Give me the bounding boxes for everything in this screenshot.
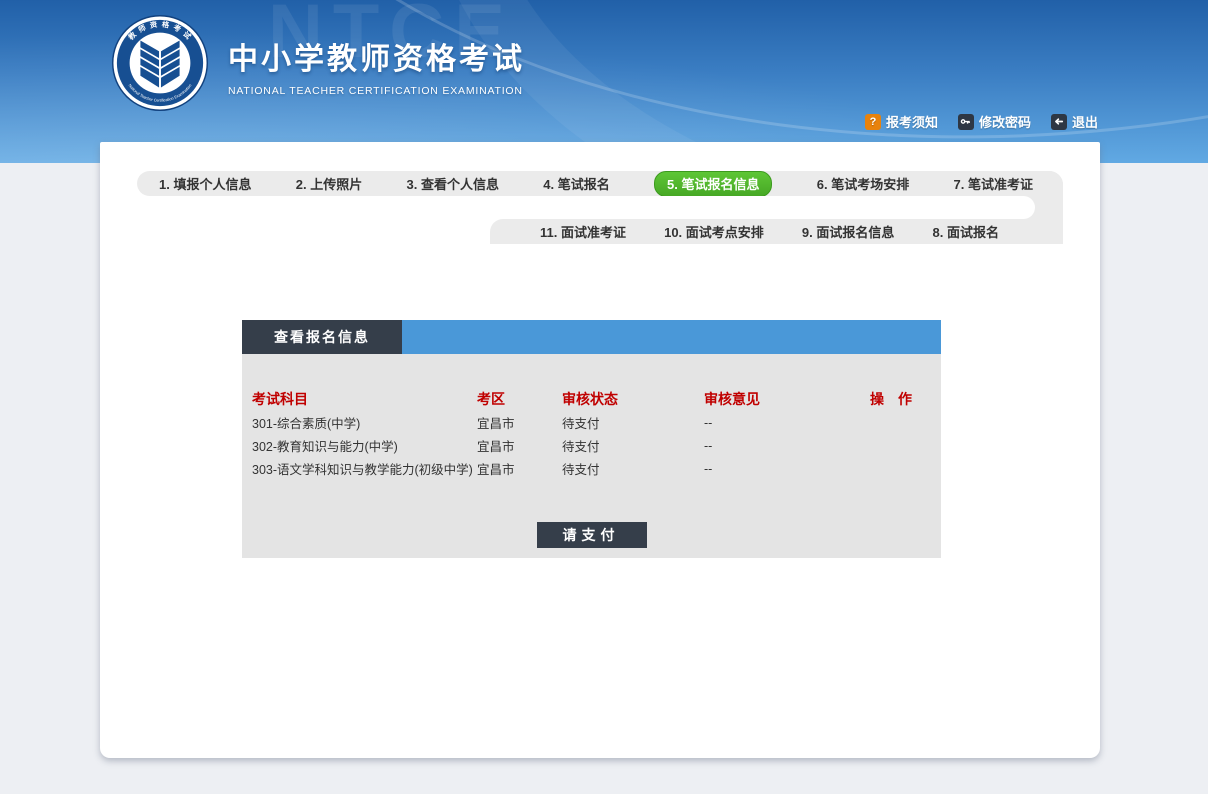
status-cell: 待支付: [562, 413, 704, 432]
change-password-label: 修改密码: [979, 112, 1031, 131]
notice-link[interactable]: ? 报考须知: [865, 112, 938, 131]
subject-cell: 301-综合素质(中学): [252, 413, 477, 432]
site-subtitle: NATIONAL TEACHER CERTIFICATION EXAMINATI…: [228, 85, 525, 97]
opinion-cell: --: [704, 462, 870, 476]
area-cell: 宜昌市: [477, 459, 562, 478]
step-7-written-exam-ticket[interactable]: 7. 笔试准考证: [954, 174, 1033, 193]
status-cell: 待支付: [562, 436, 704, 455]
step-navigation: 1. 填报个人信息 2. 上传照片 3. 查看个人信息 4. 笔试报名 5. 笔…: [137, 171, 1063, 244]
content-card: 1. 填报个人信息 2. 上传照片 3. 查看个人信息 4. 笔试报名 5. 笔…: [100, 142, 1100, 758]
key-icon: [958, 114, 974, 130]
col-header-area: 考区: [477, 389, 562, 409]
col-header-subject: 考试科目: [252, 389, 477, 409]
page-header: NTCE 教 师 资 格 考 试 National Teacher Certif…: [0, 0, 1208, 163]
logout-label: 退出: [1072, 112, 1098, 131]
view-registration-tab[interactable]: 查看报名信息: [242, 320, 402, 354]
subject-cell: 302-教育知识与能力(中学): [252, 436, 477, 455]
col-header-status: 审核状态: [562, 389, 704, 409]
col-header-opinion: 审核意见: [704, 389, 870, 409]
step-6-written-exam-room[interactable]: 6. 笔试考场安排: [817, 174, 909, 193]
table-row: 303-语文学科知识与教学能力(初级中学) 宜昌市 待支付 --: [252, 457, 941, 480]
step-9-interview-info[interactable]: 9. 面试报名信息: [802, 222, 894, 241]
header-links: ? 报考须知 修改密码: [865, 112, 1098, 131]
area-cell: 宜昌市: [477, 413, 562, 432]
pay-button[interactable]: 请支付: [537, 522, 647, 548]
area-cell: 宜昌市: [477, 436, 562, 455]
step-4-written-exam-register[interactable]: 4. 笔试报名: [543, 174, 609, 193]
panel-header-bar: 查看报名信息: [242, 320, 941, 354]
question-icon: ?: [865, 114, 881, 130]
site-title-block: 中小学教师资格考试 NATIONAL TEACHER CERTIFICATION…: [228, 34, 525, 97]
registration-info-panel: 查看报名信息 考试科目 考区 审核状态 审核意见 操 作 301-综合素质(中学…: [242, 320, 941, 558]
opinion-cell: --: [704, 416, 870, 430]
step-8-interview-register[interactable]: 8. 面试报名: [933, 222, 999, 241]
nav-row-2: 11. 面试准考证 10. 面试考点安排 9. 面试报名信息 8. 面试报名: [490, 219, 1063, 244]
nav-row-1: 1. 填报个人信息 2. 上传照片 3. 查看个人信息 4. 笔试报名 5. 笔…: [137, 171, 1063, 196]
table-row: 301-综合素质(中学) 宜昌市 待支付 --: [252, 411, 941, 434]
step-5-written-exam-info-active[interactable]: 5. 笔试报名信息: [654, 171, 772, 197]
status-cell: 待支付: [562, 459, 704, 478]
step-1-fill-personal-info[interactable]: 1. 填报个人信息: [159, 174, 251, 193]
panel-body: 考试科目 考区 审核状态 审核意见 操 作 301-综合素质(中学) 宜昌市 待…: [242, 354, 941, 558]
notice-link-label: 报考须知: [886, 112, 938, 131]
step-11-interview-ticket[interactable]: 11. 面试准考证: [540, 222, 626, 241]
site-title: 中小学教师资格考试: [228, 34, 525, 78]
col-header-action: 操 作: [870, 389, 931, 409]
table-row: 302-教育知识与能力(中学) 宜昌市 待支付 --: [252, 434, 941, 457]
logout-link[interactable]: 退出: [1051, 112, 1098, 131]
subject-cell: 303-语文学科知识与教学能力(初级中学): [252, 459, 477, 478]
logout-icon: [1051, 114, 1067, 130]
change-password-link[interactable]: 修改密码: [958, 112, 1031, 131]
step-10-interview-site[interactable]: 10. 面试考点安排: [664, 222, 764, 241]
step-3-view-personal-info[interactable]: 3. 查看个人信息: [407, 174, 499, 193]
ntce-logo-icon: 教 师 资 格 考 试 National Teacher Certificati…: [111, 14, 209, 112]
table-header-row: 考试科目 考区 审核状态 审核意见 操 作: [252, 387, 941, 411]
nav-notch: [137, 196, 1035, 219]
step-2-upload-photo[interactable]: 2. 上传照片: [296, 174, 362, 193]
opinion-cell: --: [704, 439, 870, 453]
